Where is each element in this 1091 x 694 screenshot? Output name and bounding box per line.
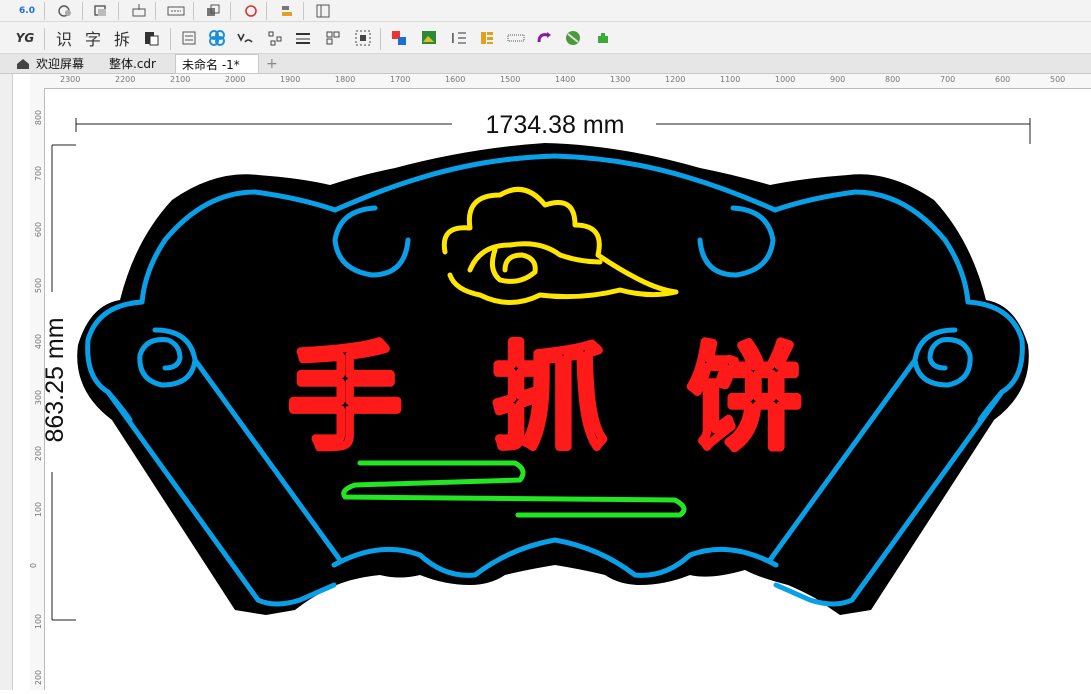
tab-file-cdr[interactable]: 整体.cdr [103, 54, 173, 73]
import-icon[interactable] [128, 1, 150, 21]
ruler-tick-label: 1100 [720, 75, 741, 84]
top-toolbar: 6.0 [0, 0, 1091, 22]
ruler-tick-label: 1200 [665, 75, 686, 84]
color-icon[interactable] [388, 28, 410, 48]
ruler-tick-label: 700 [34, 165, 44, 182]
vertical-ruler: 800 700 600 500 400 300 200 100 0 100 200 [30, 88, 45, 690]
tab-label: 整体.cdr [109, 57, 156, 71]
list-icon[interactable] [178, 28, 200, 48]
tab-label: 欢迎屏幕 [36, 57, 85, 71]
new-tab-button[interactable]: + [260, 54, 278, 73]
title-char-zhua: 抓 [492, 332, 607, 466]
left-toolbox [0, 0, 13, 690]
nodes-icon[interactable] [264, 28, 286, 48]
paste-icon[interactable] [140, 28, 162, 48]
globe-icon[interactable] [562, 28, 584, 48]
ruler-tick-label: 700 [940, 75, 956, 84]
plugin-icon[interactable] [592, 28, 614, 48]
grid-icon[interactable] [322, 28, 344, 48]
dash-icon[interactable] [165, 1, 187, 21]
dots-icon[interactable] [505, 28, 527, 48]
home-icon [17, 58, 29, 69]
ruler-tick-label: 300 [34, 389, 44, 406]
group-icon[interactable] [90, 1, 112, 21]
ruler-tick-label: 600 [34, 221, 44, 238]
shape-icon[interactable] [206, 28, 228, 48]
select-icon[interactable] [352, 28, 374, 48]
ruler-tick-label: 800 [885, 75, 901, 84]
ruler-tick-label: 500 [1050, 75, 1066, 84]
ruler-tick-label: 2300 [60, 75, 81, 84]
image-icon[interactable] [418, 28, 440, 48]
neon-sign-drawing: 1734.38 mm 863.25 mm 手 抓 饼 [41, 111, 1031, 621]
layers-icon[interactable] [476, 28, 498, 48]
text-align-icon[interactable]: I [448, 28, 470, 48]
width-dimension[interactable]: 1734.38 mm [75, 111, 1031, 144]
title-char-shou: 手 [287, 332, 402, 466]
ruler-tick-label: 1800 [335, 75, 356, 84]
ruler-tick-label: 500 [34, 277, 44, 294]
align-icon[interactable] [276, 1, 298, 21]
ruler-tick-label: 600 [995, 75, 1011, 84]
ruler-tick-label: 100 [34, 501, 44, 518]
ruler-tick-label: 200 [34, 669, 44, 686]
width-dimension-label: 1734.38 mm [486, 111, 625, 139]
ruler-tick-label: 800 [34, 109, 44, 126]
drawing-canvas[interactable]: 1734.38 mm 863.25 mm 手 抓 饼 [41, 89, 1091, 690]
height-dimension-label: 863.25 mm [45, 317, 69, 442]
sign-title: 手 抓 饼 [285, 330, 805, 469]
curve-icon[interactable] [234, 28, 256, 48]
stroke-icon[interactable] [292, 28, 314, 48]
title-char-bing: 饼 [687, 332, 802, 466]
ruler-tick-label: 2000 [225, 75, 246, 84]
char-button[interactable]: 字 [82, 28, 104, 49]
weld-icon[interactable] [240, 1, 262, 21]
recognize-button[interactable]: 识 [53, 28, 75, 49]
split-button[interactable]: 拆 [111, 28, 133, 49]
version-badge[interactable]: 6.0 [16, 1, 38, 21]
ruler-tick-label: 200 [34, 445, 44, 462]
ruler-tick-label: 0 [30, 563, 38, 568]
tab-welcome[interactable]: 欢迎屏幕 [10, 54, 100, 73]
tab-untitled[interactable]: 未命名 -1* [175, 54, 259, 73]
yg-button[interactable]: YG [14, 28, 36, 48]
ruler-tick-label: 1600 [445, 75, 466, 84]
tab-label: 未命名 -1* [182, 57, 240, 72]
page-icon[interactable] [312, 1, 334, 21]
transform-icon[interactable] [534, 28, 556, 48]
horizontal-ruler: 2300 2200 2100 2000 1900 1800 1700 1600 1500 1400… [30, 74, 1091, 89]
ruler-tick-label: 1000 [775, 75, 796, 84]
second-toolbar: YG 识 字 拆 I [0, 22, 1091, 54]
arrange-icon[interactable] [202, 1, 224, 21]
svg-text:I: I [451, 32, 455, 46]
ruler-tick-label: 2200 [115, 75, 136, 84]
ruler-tick-label: 900 [830, 75, 846, 84]
convert-icon[interactable] [54, 1, 76, 21]
ruler-tick-label: 1700 [390, 75, 411, 84]
ruler-tick-label: 1400 [555, 75, 576, 84]
document-tabs: 欢迎屏幕 整体.cdr 未命名 -1* + [0, 54, 1091, 74]
ruler-tick-label: 100 [34, 613, 44, 630]
height-dimension[interactable]: 863.25 mm [41, 144, 76, 621]
ruler-tick-label: 1900 [280, 75, 301, 84]
ruler-tick-label: 2100 [170, 75, 191, 84]
ruler-tick-label: 1300 [610, 75, 631, 84]
ruler-tick-label: 400 [34, 333, 44, 350]
ruler-tick-label: 1500 [500, 75, 521, 84]
